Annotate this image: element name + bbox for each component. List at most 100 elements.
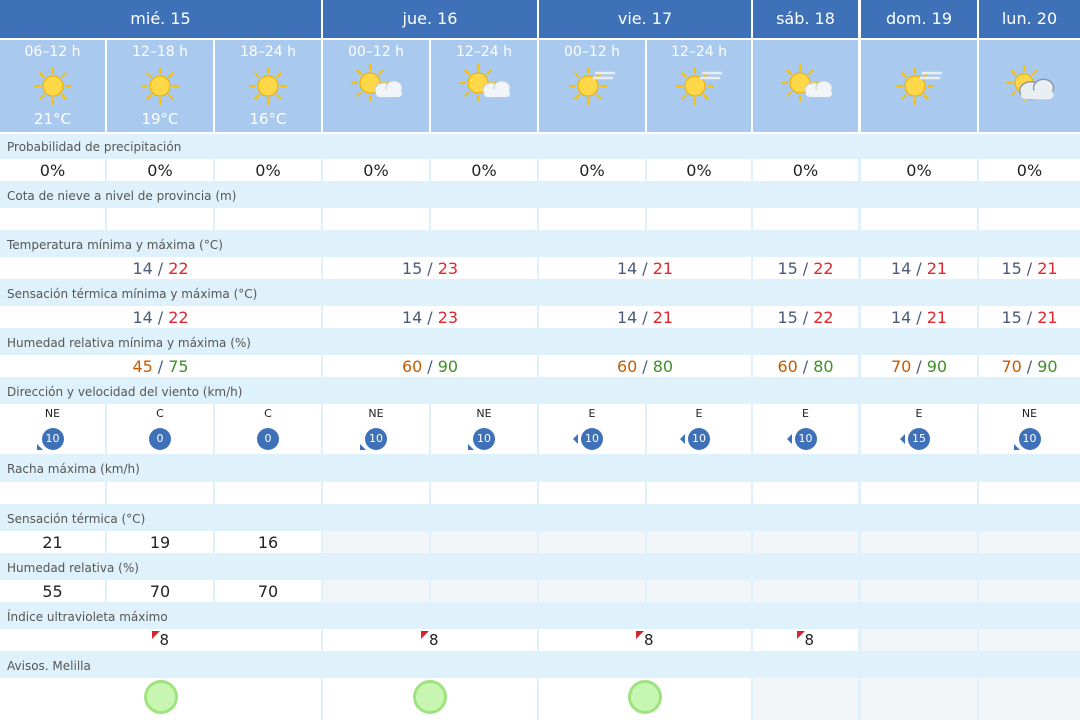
precip-cell: 0% — [107, 159, 213, 181]
wind-direction: E — [915, 407, 923, 420]
wind-arrow-icon — [573, 434, 578, 444]
precip-cell: 0% — [647, 159, 751, 181]
wind-speed-badge: 15 — [908, 428, 930, 450]
period-label: 12–18 h — [132, 44, 188, 60]
separator: / — [916, 258, 922, 278]
uv-value: 8 — [644, 631, 654, 649]
gust-cell — [215, 482, 321, 504]
row-label: Cota de nieve a nivel de provincia (m) — [7, 189, 237, 203]
min-value: 14 — [890, 258, 912, 278]
min-value: 15 — [401, 258, 423, 278]
wind-speed-badge: 10 — [1018, 428, 1041, 450]
precip-cell: 0% — [0, 159, 105, 181]
period-header: 18–24 h 16°C — [215, 40, 321, 132]
hr-cell — [979, 580, 1080, 602]
period-header: 00–12 h — [323, 40, 429, 132]
day-header[interactable]: mié. 15 — [0, 0, 321, 38]
row-label: Sensación térmica mínima y máxima (°C) — [7, 287, 258, 301]
warning-level-green-icon[interactable] — [413, 680, 447, 714]
wind-speed-badge: 10 — [41, 428, 64, 450]
max-value: 75 — [168, 356, 189, 376]
snow-cell — [979, 208, 1080, 230]
uv-cell — [979, 629, 1080, 651]
gust-cell — [979, 482, 1080, 504]
separator: / — [427, 307, 433, 327]
wind-cell: NE 10 — [431, 404, 537, 454]
snow-cell — [431, 208, 537, 230]
feels-cell: 14/21 — [861, 306, 977, 328]
period-header: 12–18 h 19°C — [107, 40, 213, 132]
period-temperature: 16°C — [249, 110, 287, 128]
period-header: 06–12 h 21°C — [0, 40, 105, 132]
max-value: 23 — [437, 307, 459, 327]
min-value: 15 — [777, 258, 798, 278]
st-cell — [979, 531, 1080, 553]
st-cell: 19 — [107, 531, 213, 553]
max-value: 90 — [1037, 356, 1058, 376]
row-label: Probabilidad de precipitación — [7, 140, 182, 154]
wind-direction: NE — [44, 407, 61, 420]
min-value: 14 — [132, 258, 153, 278]
day-header[interactable]: vie. 17 — [539, 0, 751, 38]
max-value: 80 — [813, 356, 834, 376]
sun-icon — [27, 64, 79, 108]
wind-cell: C0 — [215, 404, 321, 454]
min-value: 15 — [777, 307, 798, 327]
wind-speed-badge: 0 — [257, 428, 279, 450]
max-value: 21 — [652, 307, 674, 327]
separator: / — [642, 356, 648, 376]
day-header[interactable]: dom. 19 — [861, 0, 977, 38]
gust-cell — [753, 482, 858, 504]
humid-cell: 45/75 — [0, 355, 321, 377]
sun-cloud-icon — [780, 63, 832, 108]
day-header[interactable]: jue. 16 — [323, 0, 537, 38]
separator: / — [802, 258, 809, 278]
warning-level-green-icon[interactable] — [143, 680, 178, 714]
hr-cell: 70 — [107, 580, 213, 602]
period-temperature: 21°C — [33, 110, 72, 128]
row-label: Temperatura mínima y máxima (°C) — [7, 238, 223, 252]
separator: / — [1026, 356, 1033, 376]
st-cell — [539, 531, 645, 553]
separator: / — [157, 307, 164, 327]
gust-cell — [539, 482, 645, 504]
humid-cell: 60/90 — [323, 355, 537, 377]
min-value: 15 — [1001, 307, 1022, 327]
max-value: 21 — [926, 307, 948, 327]
avisos-cell — [861, 678, 977, 720]
uv-value: 8 — [429, 631, 439, 649]
hr-cell — [753, 580, 858, 602]
wind-speed-badge: 10 — [794, 428, 817, 450]
row-label: Índice ultravioleta máximo — [7, 610, 168, 624]
wind-direction: E — [588, 407, 596, 420]
day-header[interactable]: sáb. 18 — [753, 0, 858, 38]
temp-cell: 14/21 — [539, 257, 751, 279]
uv-flag-icon — [796, 631, 805, 639]
period-label: 00–12 h — [348, 44, 404, 60]
temp-cell: 15/21 — [979, 257, 1080, 279]
row-label: Sensación térmica (°C) — [7, 512, 146, 526]
uv-flag-icon — [636, 631, 644, 639]
separator: / — [642, 258, 648, 278]
period-header: 00–12 h — [539, 40, 645, 132]
warning-level-green-icon[interactable] — [628, 680, 662, 714]
gust-cell — [861, 482, 977, 504]
period-header — [979, 40, 1080, 132]
separator: / — [802, 356, 809, 376]
wind-arrow-icon — [36, 444, 43, 450]
hr-cell: 55 — [0, 580, 105, 602]
period-label: 06–12 h — [24, 44, 81, 60]
precip-cell: 0% — [753, 159, 858, 181]
st-cell — [753, 531, 858, 553]
wind-cell: E 10 — [539, 404, 645, 454]
day-header[interactable]: lun. 20 — [979, 0, 1080, 38]
precip-cell: 0% — [539, 159, 645, 181]
temp-cell: 15/22 — [753, 257, 858, 279]
precip-cell: 0% — [979, 159, 1080, 181]
humid-cell: 60/80 — [539, 355, 751, 377]
snow-cell — [753, 208, 858, 230]
wind-direction: E — [802, 407, 809, 420]
period-header — [861, 40, 977, 132]
hr-cell — [323, 580, 429, 602]
st-cell — [431, 531, 537, 553]
